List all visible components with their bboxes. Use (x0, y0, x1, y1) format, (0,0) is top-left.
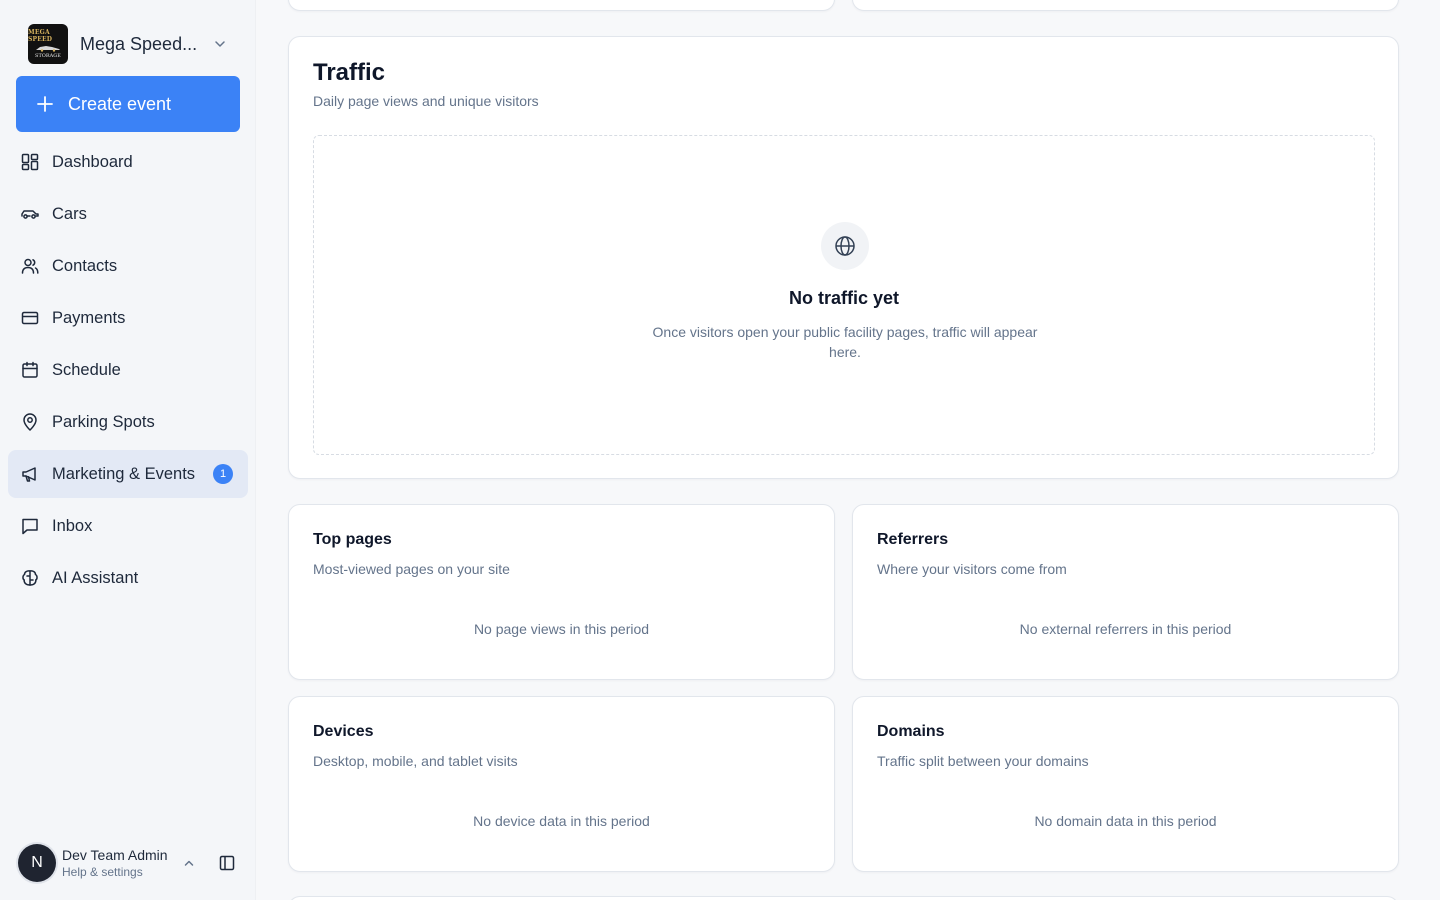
devices-card: Devices Desktop, mobile, and tablet visi… (288, 696, 835, 872)
sidebar-item-schedule[interactable]: Schedule (8, 346, 248, 394)
chevron-up-icon (184, 860, 194, 866)
sidebar-item-label: Dashboard (52, 152, 133, 171)
create-event-label: Create event (68, 93, 172, 114)
card-top-right (852, 0, 1399, 11)
card-empty-message: No external referrers in this period (1019, 621, 1232, 637)
map-pin-icon (23, 413, 37, 432)
user-info: Dev Team Admin Help & settings (62, 846, 182, 880)
card-subtitle: Traffic split between your domains (877, 753, 1089, 769)
logo-text-bottom: STORAGE (35, 53, 61, 59)
card-title: Referrers (877, 531, 949, 548)
card-title: Domains (877, 723, 945, 740)
globe-icon-circle (821, 222, 869, 270)
notification-badge: 1 (213, 464, 234, 484)
user-menu[interactable]: N Dev Team Admin Help & settings (18, 842, 248, 884)
user-subtitle: Help & settings (62, 865, 143, 879)
org-name: Mega Speed... (80, 33, 198, 54)
sidebar-item-label: Cars (52, 204, 87, 223)
card-top-left (288, 0, 835, 11)
card-subtitle: Desktop, mobile, and tablet visits (313, 753, 518, 769)
dashboard-icon (21, 153, 39, 171)
sidebar-item-label: AI Assistant (52, 568, 139, 587)
card-title: Top pages (313, 531, 392, 548)
sidebar-item-ai-assistant[interactable]: AI Assistant (8, 554, 248, 602)
traffic-empty-state: No traffic yet Once visitors open your p… (313, 135, 1375, 455)
sidebar: MEGA SPEED STORAGE Mega Speed... Create … (0, 0, 256, 900)
domains-card: Domains Traffic split between your domai… (852, 696, 1399, 872)
users-icon (21, 258, 39, 274)
sidebar-item-contacts[interactable]: Contacts (8, 242, 248, 290)
sidebar-item-marketing-events[interactable]: Marketing & Events 1 (8, 450, 248, 498)
car-silhouette-icon (36, 46, 60, 52)
main-content: Traffic Daily page views and unique visi… (256, 0, 1440, 900)
org-switcher[interactable]: MEGA SPEED STORAGE Mega Speed... (28, 24, 238, 64)
card-empty-message: No page views in this period (473, 621, 650, 637)
card-subtitle: Most-viewed pages on your site (313, 561, 510, 577)
sidebar-item-cars[interactable]: Cars (8, 190, 248, 238)
sidebar-item-label: Schedule (52, 360, 121, 379)
card-bottom (288, 896, 1399, 900)
sidebar-item-dashboard[interactable]: Dashboard (8, 138, 248, 186)
credit-card-icon (21, 311, 39, 325)
card-empty-message: No domain data in this period (1034, 813, 1217, 829)
sidebar-item-inbox[interactable]: Inbox (8, 502, 248, 550)
calendar-icon (22, 361, 38, 378)
traffic-subtitle: Daily page views and unique visitors (313, 93, 539, 109)
chevron-down-icon (215, 41, 225, 47)
car-icon (21, 210, 39, 219)
sidebar-toggle-icon[interactable] (218, 854, 236, 872)
megaphone-icon (22, 467, 36, 482)
sidebar-item-payments[interactable]: Payments (8, 294, 248, 342)
brain-icon (22, 570, 38, 586)
user-name: Dev Team Admin (62, 847, 168, 863)
empty-state-title: No traffic yet (788, 288, 900, 308)
sidebar-item-label: Payments (52, 308, 126, 327)
org-logo: MEGA SPEED STORAGE (28, 24, 68, 64)
card-title: Devices (313, 723, 374, 740)
traffic-card: Traffic Daily page views and unique visi… (288, 36, 1399, 479)
sidebar-nav: Dashboard Cars Contacts Payments Schedul… (8, 138, 248, 606)
sidebar-item-label: Inbox (52, 516, 93, 535)
traffic-title: Traffic (313, 59, 386, 86)
empty-state-description: Once visitors open your public facility … (652, 324, 1038, 360)
sidebar-item-parking-spots[interactable]: Parking Spots (8, 398, 248, 446)
create-event-button[interactable]: Create event (16, 76, 240, 132)
referrers-card: Referrers Where your visitors come from … (852, 504, 1399, 680)
avatar: N (18, 844, 56, 882)
sidebar-item-label: Marketing & Events (52, 464, 196, 483)
card-subtitle: Where your visitors come from (877, 561, 1067, 577)
top-pages-card: Top pages Most-viewed pages on your site… (288, 504, 835, 680)
logo-text-top: MEGA SPEED (28, 29, 53, 43)
globe-icon (835, 236, 855, 256)
plus-icon (37, 96, 53, 112)
sidebar-item-label: Contacts (52, 256, 118, 275)
card-empty-message: No device data in this period (473, 813, 650, 829)
sidebar-item-label: Parking Spots (52, 412, 155, 431)
message-icon (22, 518, 38, 535)
